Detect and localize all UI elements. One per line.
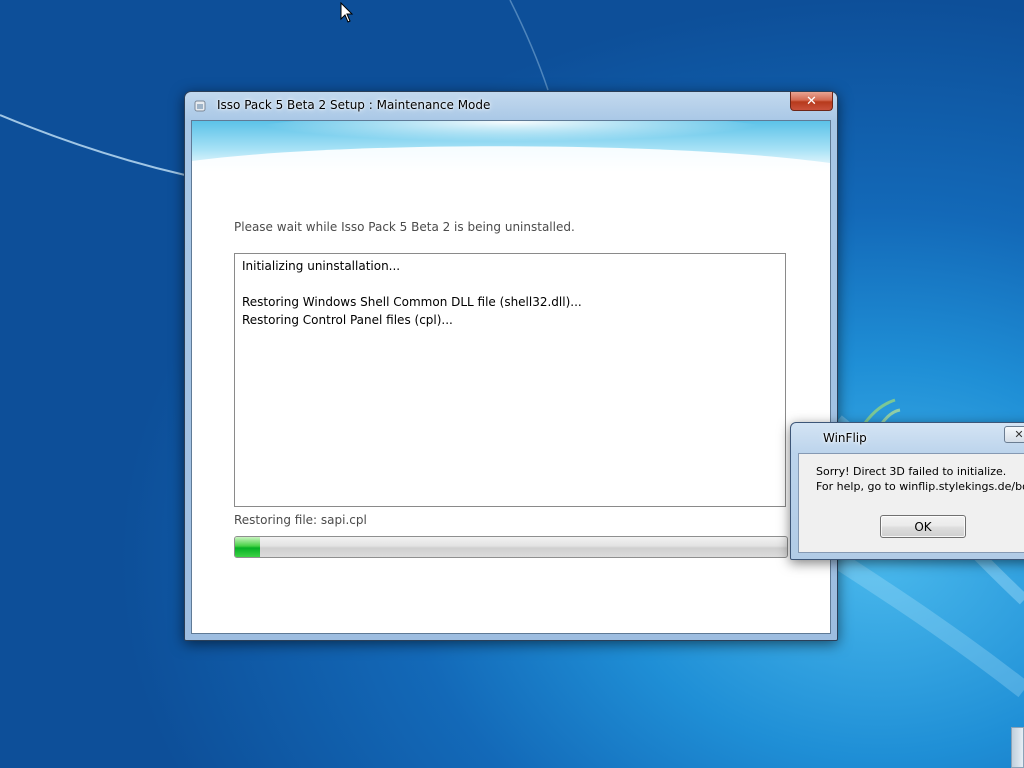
close-icon: ✕ [1014,428,1024,441]
winflip-close-button[interactable]: ✕ [1004,426,1024,443]
setup-header-banner [192,121,830,173]
setup-window: Isso Pack 5 Beta 2 Setup : Maintenance M… [184,91,838,641]
winflip-error-message: Sorry! Direct 3D failed to initialize. [816,465,1007,478]
log-line: Restoring Windows Shell Common DLL file … [242,295,582,309]
setup-close-button[interactable]: ✕ [790,92,833,111]
ok-button[interactable]: OK [880,515,966,538]
log-line: Initializing uninstallation... [242,259,401,273]
desktop: Isso Pack 5 Beta 2 Setup : Maintenance M… [0,0,1024,768]
winflip-help-message: For help, go to winflip.stylekings.de/bo… [816,480,1024,493]
uninstall-log-list[interactable]: Initializing uninstallation... Restoring… [234,253,786,507]
uninstall-status-message: Please wait while Isso Pack 5 Beta 2 is … [234,220,575,234]
mouse-pointer-icon [340,2,354,23]
setup-window-title: Isso Pack 5 Beta 2 Setup : Maintenance M… [217,98,491,112]
uninstall-progress-bar [234,536,788,558]
current-file-label: Restoring file: sapi.cpl [234,513,367,527]
setup-client-area: Please wait while Isso Pack 5 Beta 2 is … [191,120,831,634]
taskbar-show-desktop-edge[interactable] [1011,727,1024,768]
winflip-dialog: WinFlip ✕ Sorry! Direct 3D failed to ini… [790,422,1024,560]
progress-fill [235,537,260,557]
installer-app-icon [194,100,206,112]
winflip-dialog-title: WinFlip [823,431,867,445]
close-icon: ✕ [806,93,817,109]
log-line: Restoring Control Panel files (cpl)... [242,313,453,327]
setup-titlebar[interactable]: Isso Pack 5 Beta 2 Setup : Maintenance M… [185,92,837,120]
winflip-dialog-body: Sorry! Direct 3D failed to initialize. F… [798,453,1024,553]
